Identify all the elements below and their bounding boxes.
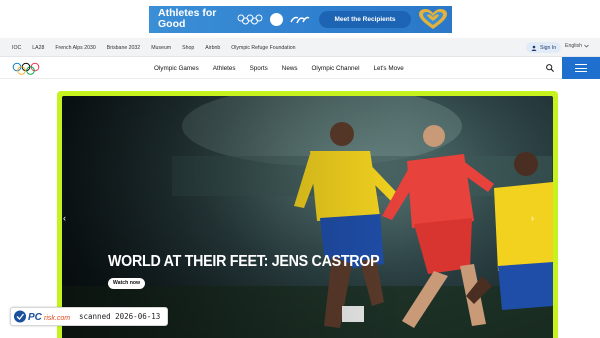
watch-now-button[interactable]: Watch now <box>108 278 145 289</box>
olympic-rings-icon <box>237 14 263 25</box>
hero-title: WORLD AT THEIR FEET: JENS CASTROP <box>108 253 380 270</box>
hamburger-line <box>575 67 587 69</box>
utility-link-museum[interactable]: Museum <box>151 45 171 51</box>
ad-cta-button[interactable]: Meet the Recipients <box>319 11 411 28</box>
page: Athletes for Good Meet the Recipients IO… <box>0 0 600 338</box>
search-icon[interactable] <box>545 63 555 73</box>
user-icon <box>531 45 537 51</box>
sign-in-button[interactable]: Sign In <box>526 42 562 53</box>
utility-links: IOC LA28 French Alps 2030 Brisbane 2032 … <box>12 38 307 57</box>
utility-link-ioc[interactable]: IOC <box>12 45 21 51</box>
nav-lets-move[interactable]: Let's Move <box>373 65 403 72</box>
hamburger-line <box>575 64 587 66</box>
hamburger-menu-button[interactable] <box>562 57 600 79</box>
heart-icon <box>419 9 447 29</box>
ad-banner[interactable]: Athletes for Good Meet the Recipients <box>149 6 452 33</box>
utility-link-la28[interactable]: LA28 <box>32 45 44 51</box>
sign-in-label: Sign In <box>540 44 557 51</box>
watermark-badge: PC risk.com scanned 2026-06-13 <box>10 307 168 326</box>
olympic-rings-logo-icon[interactable] <box>12 62 40 75</box>
ad-banner-area: Athletes for Good Meet the Recipients <box>0 0 600 38</box>
utility-link-airbnb[interactable]: Airbnb <box>205 45 220 51</box>
svg-text:risk.com: risk.com <box>44 315 70 322</box>
nav-olympic-games[interactable]: Olympic Games <box>154 65 199 72</box>
hero-shade <box>62 96 553 338</box>
utility-link-refuge-foundation[interactable]: Olympic Refuge Foundation <box>231 45 295 51</box>
svg-text:PC: PC <box>28 312 43 323</box>
ad-headline: Athletes for Good <box>158 7 217 30</box>
paralympic-agitos-icon <box>290 16 310 24</box>
chevron-down-icon <box>584 44 589 48</box>
sponsor-logo-icon <box>270 13 283 26</box>
utility-nav: IOC LA28 French Alps 2030 Brisbane 2032 … <box>0 38 600 57</box>
nav-sports[interactable]: Sports <box>250 65 268 72</box>
watermark-scan-text: scanned 2026-06-13 <box>79 312 161 321</box>
main-nav: Olympic Games Athletes Sports News Olymp… <box>0 57 600 79</box>
language-label: English <box>565 43 583 49</box>
nav-athletes[interactable]: Athletes <box>213 65 236 72</box>
hero-banner[interactable]: ‹ › WORLD AT THEIR FEET: JENS CASTROP Wa… <box>62 96 553 338</box>
nav-olympic-channel[interactable]: Olympic Channel <box>312 65 360 72</box>
carousel-prev-icon[interactable]: ‹ <box>63 213 66 223</box>
pcrisk-logo-icon: PC risk.com <box>14 310 70 323</box>
carousel-next-icon[interactable]: › <box>531 213 534 223</box>
utility-link-shop[interactable]: Shop <box>182 45 194 51</box>
hamburger-line <box>575 71 587 73</box>
utility-link-french-alps[interactable]: French Alps 2030 <box>55 45 95 51</box>
main-menu: Olympic Games Athletes Sports News Olymp… <box>154 57 418 79</box>
utility-link-brisbane[interactable]: Brisbane 2032 <box>107 45 140 51</box>
nav-news[interactable]: News <box>282 65 298 72</box>
language-selector[interactable]: English <box>565 43 589 49</box>
